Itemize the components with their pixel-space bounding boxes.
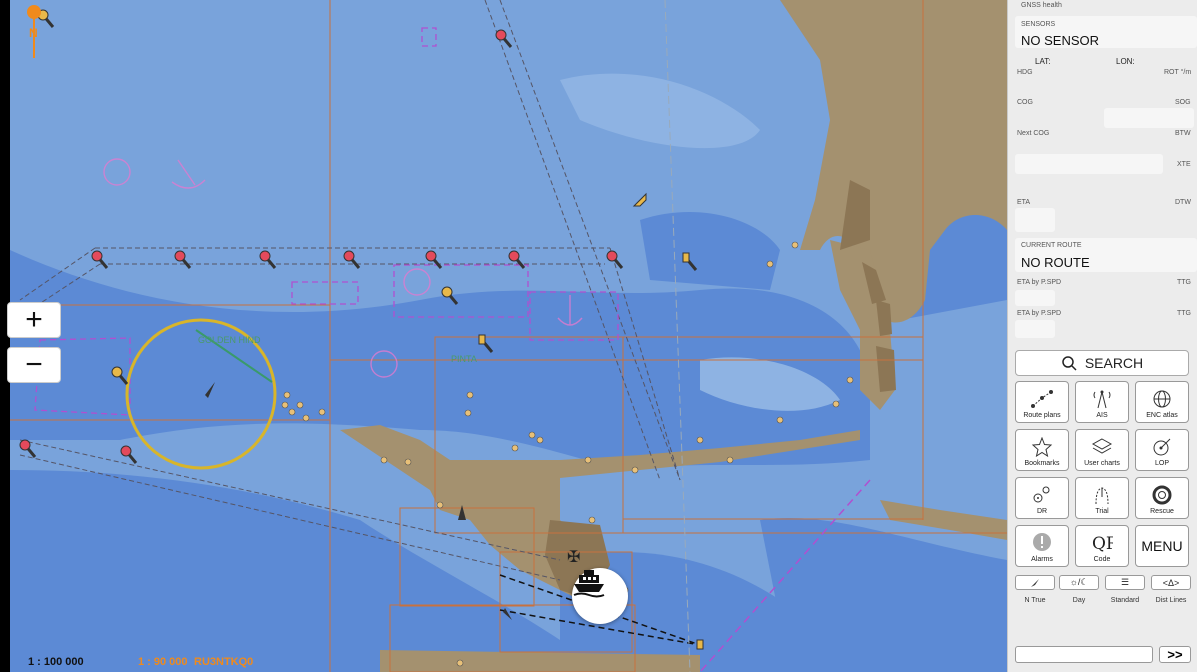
eta-value-box <box>1015 208 1055 232</box>
navigation-panel: GNSS health SENSORS NO SENSOR LAT: LON: … <box>1007 0 1197 672</box>
rot-label: ROT °/m <box>1164 69 1192 76</box>
lon-label: LON: <box>1116 57 1135 66</box>
chart-scale-secondary: 1 : 90 000 <box>138 656 188 668</box>
lifebuoy-icon <box>1152 485 1172 505</box>
btw-label: BTW <box>1175 130 1191 137</box>
star-icon <box>1031 437 1053 457</box>
ttg-label-2: TTG <box>1177 310 1191 317</box>
nautical-chart[interactable]: ✠ N GOLDEN HIND PINTA + − 1 : 100 000 1 … <box>0 0 1007 672</box>
search-icon <box>1062 356 1077 371</box>
enc-atlas-label: ENC atlas <box>1146 412 1178 419</box>
ais-button[interactable]: AIS <box>1075 381 1129 423</box>
dr-button[interactable]: DR <box>1015 477 1069 519</box>
trial-label: Trial <box>1095 508 1109 515</box>
qr-icon: QR <box>1092 534 1113 553</box>
globe-icon <box>1153 390 1171 408</box>
trial-button[interactable]: Trial <box>1075 477 1129 519</box>
hdg-label: HDG <box>1017 69 1033 76</box>
display-standard-button[interactable]: ☰ <box>1105 575 1145 590</box>
ttg-label: TTG <box>1177 279 1191 286</box>
ais-label: AIS <box>1096 412 1108 419</box>
eta-label: ETA <box>1017 199 1031 206</box>
chart-cell-name: RU3NTKQ0 <box>194 656 254 668</box>
qr-code-button[interactable]: QR Code <box>1075 525 1129 567</box>
land-mass <box>880 500 1007 540</box>
search-label: SEARCH <box>1084 355 1144 371</box>
xte-value-box <box>1015 154 1163 174</box>
svg-text:N: N <box>29 26 38 40</box>
gnss-health-label[interactable]: GNSS health <box>1021 2 1062 9</box>
sog-label: SOG <box>1175 99 1191 106</box>
sensors-value: NO SENSOR <box>1021 33 1100 48</box>
dtw-label: DTW <box>1175 199 1191 206</box>
ais-icon <box>1093 390 1111 409</box>
chart-canvas[interactable]: ✠ N <box>0 0 1007 672</box>
cog-label: COG <box>1017 99 1033 106</box>
route-plans-button[interactable]: Route plans <box>1015 381 1069 423</box>
vessel-label-pinta: PINTA <box>451 354 477 364</box>
dist-lines-button[interactable]: <Δ> <box>1151 575 1191 590</box>
standard-label: Standard <box>1110 597 1140 604</box>
own-ship-button[interactable] <box>572 568 628 624</box>
dr-label: DR <box>1036 508 1048 515</box>
north-true-button[interactable] <box>1015 575 1055 590</box>
zoom-in-button[interactable]: + <box>7 302 61 338</box>
chart-scale: 1 : 100 000 <box>28 656 84 668</box>
lop-button[interactable]: LOP <box>1135 429 1189 471</box>
sog-value-box <box>1104 108 1194 128</box>
deep-water-patch <box>560 73 760 149</box>
lop-icon <box>1153 438 1171 456</box>
current-route-value: NO ROUTE <box>1021 255 1090 270</box>
dist-lines-icon: <Δ> <box>1162 577 1180 588</box>
command-input[interactable] <box>1015 646 1153 663</box>
search-button[interactable]: SEARCH <box>1015 350 1189 376</box>
alarms-button[interactable]: Alarms <box>1015 525 1069 567</box>
eta-pspd-value-box <box>1015 290 1055 306</box>
vessel-label-golden-hind: GOLDEN HIND <box>198 335 261 345</box>
sensors-label: SENSORS <box>1021 21 1056 28</box>
qr-code-label: Code <box>1093 556 1111 563</box>
lat-label: LAT: <box>1035 57 1051 66</box>
ship-icon <box>573 570 605 598</box>
day-label: Day <box>1072 597 1086 604</box>
rescue-button[interactable]: Rescue <box>1135 477 1189 519</box>
route-icon <box>1031 390 1053 408</box>
trial-icon <box>1095 487 1109 505</box>
layers-icon <box>1091 438 1113 454</box>
alarms-label: Alarms <box>1031 556 1053 563</box>
current-route-label: CURRENT ROUTE <box>1021 242 1082 249</box>
lop-label: LOP <box>1154 460 1169 467</box>
bookmarks-label: Bookmarks <box>1024 460 1060 467</box>
bookmarks-button[interactable]: Bookmarks <box>1015 429 1069 471</box>
menu-button[interactable]: MENU <box>1135 525 1189 567</box>
zoom-out-button[interactable]: − <box>7 347 61 383</box>
eta-pspd-label-2: ETA by P.SPD <box>1017 310 1062 317</box>
user-charts-button[interactable]: User charts <box>1075 429 1129 471</box>
rescue-label: Rescue <box>1150 508 1174 515</box>
list-icon: ☰ <box>1120 577 1130 587</box>
user-charts-label: User charts <box>1084 460 1120 467</box>
north-true-label: N True <box>1024 597 1046 604</box>
next-button[interactable]: >> <box>1159 646 1191 663</box>
menu-label: MENU <box>1141 538 1183 554</box>
eta-pspd-label: ETA by P.SPD <box>1017 279 1062 286</box>
shallow-water <box>760 518 1007 672</box>
dr-icon <box>1033 486 1050 503</box>
north-arrow-icon: N <box>27 5 41 58</box>
eta-pspd-value-box-2 <box>1015 320 1055 338</box>
wreck-symbol: ✠ <box>567 549 580 566</box>
compass-needle-icon <box>1031 578 1039 587</box>
alarm-icon <box>1033 533 1051 551</box>
day-night-button[interactable]: ☼/☾ <box>1059 575 1099 590</box>
shallow-water <box>640 211 780 290</box>
dist-lines-label: Dist Lines <box>1155 597 1187 604</box>
route-plans-label: Route plans <box>1023 412 1061 419</box>
enc-atlas-button[interactable]: ENC atlas <box>1135 381 1189 423</box>
svg-text:QR: QR <box>1092 534 1113 553</box>
sun-moon-icon: ☼/☾ <box>1069 577 1089 587</box>
xte-label: XTE <box>1177 161 1191 168</box>
next-cog-label: Next COG <box>1017 130 1050 137</box>
